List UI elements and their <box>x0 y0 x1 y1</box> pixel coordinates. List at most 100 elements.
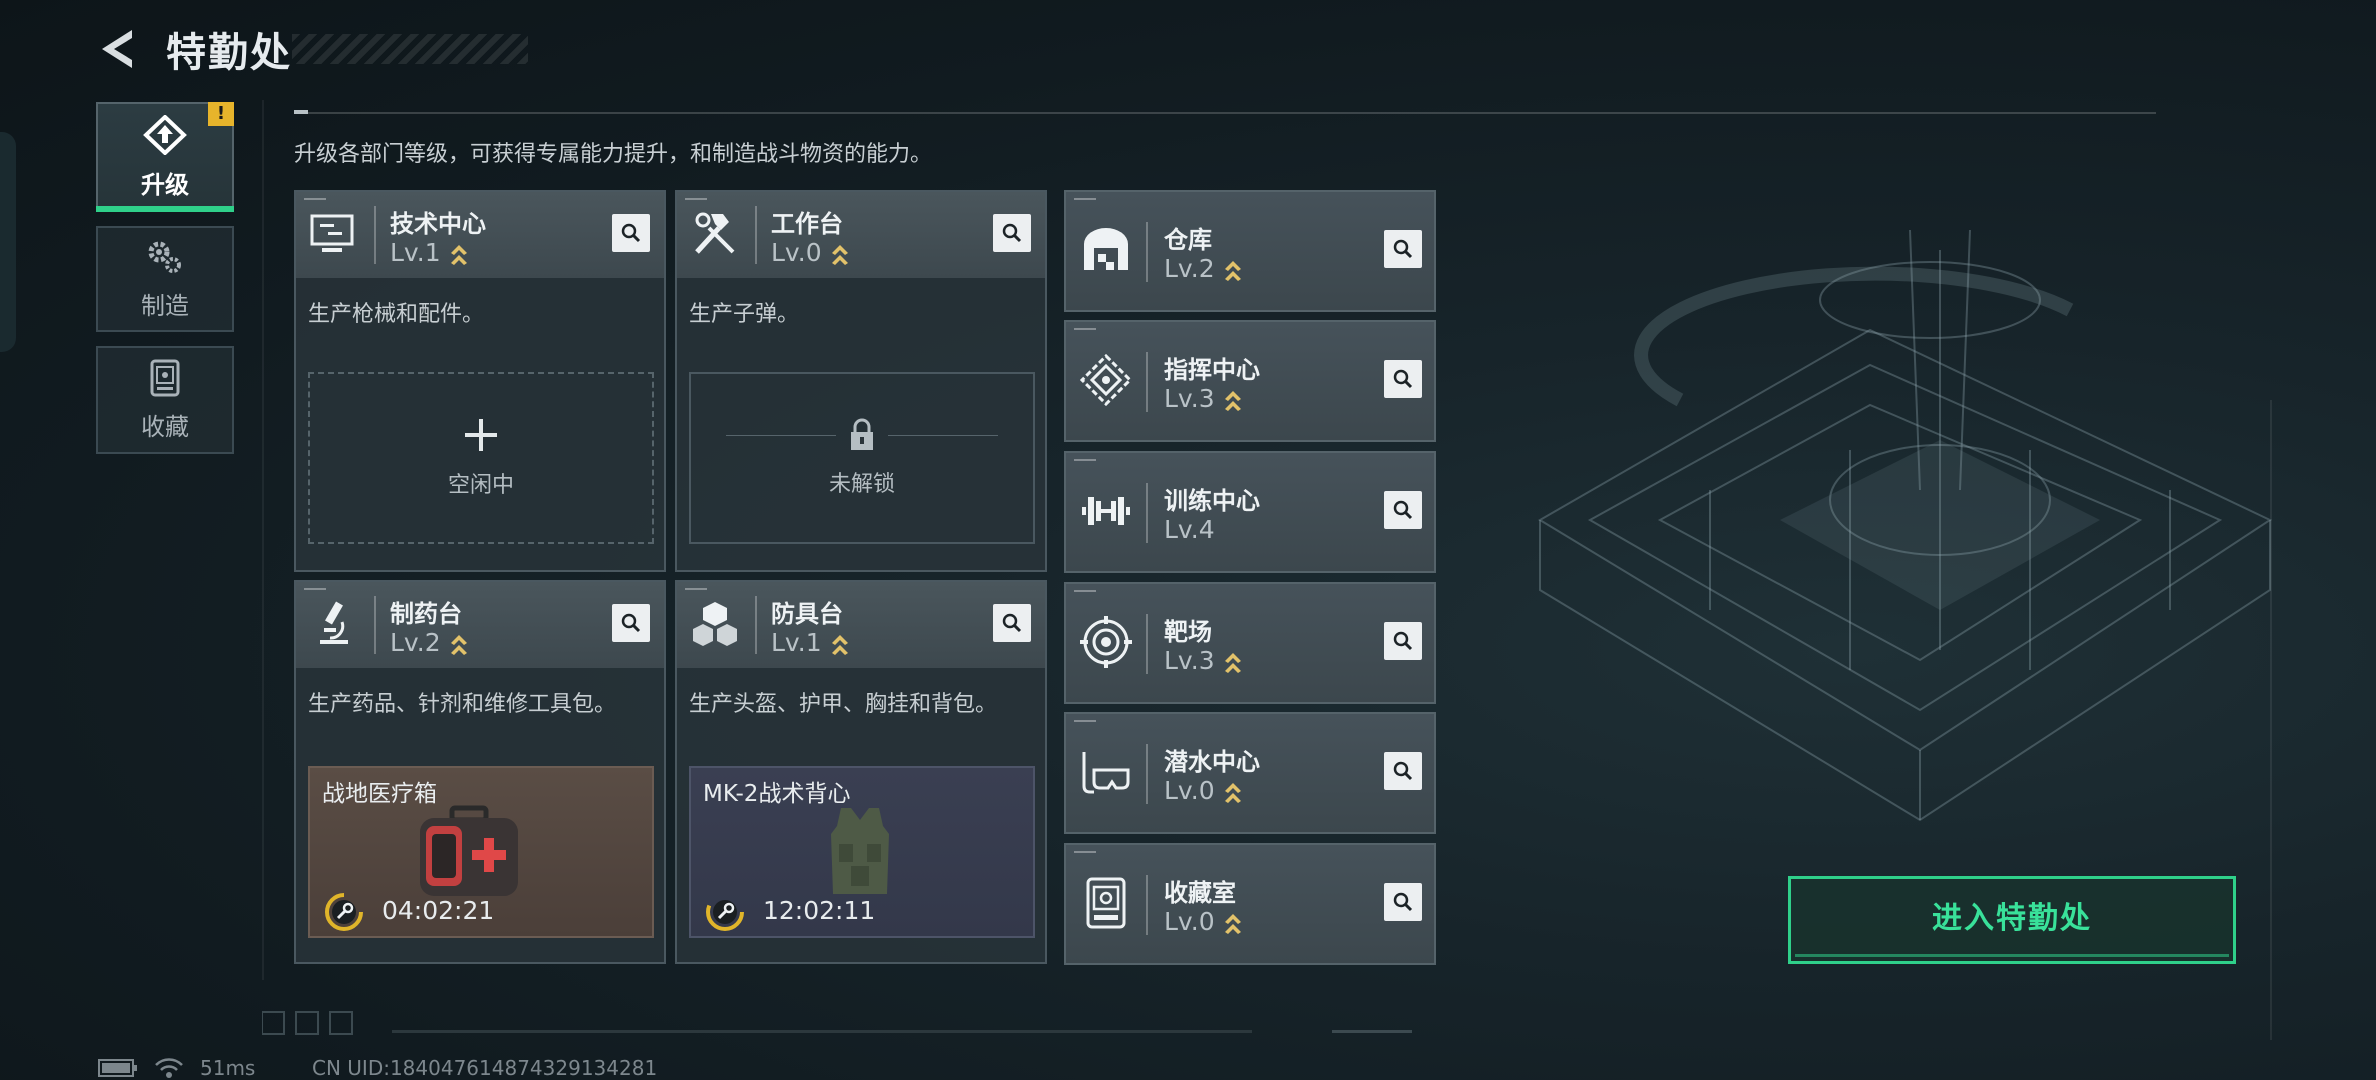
card-title: 技术中心 <box>390 210 486 238</box>
cubes-icon <box>693 602 737 646</box>
lock-icon <box>851 418 873 450</box>
tab-upgrade[interactable]: 升级 ! <box>96 102 234 212</box>
production-timer: 12:02:11 <box>763 896 876 925</box>
search-button[interactable] <box>1384 622 1422 660</box>
lock-line <box>888 434 998 436</box>
lock-row <box>726 418 998 452</box>
card-title: 仓库 <box>1164 226 1212 254</box>
diving-mask-icon <box>1082 752 1130 794</box>
separator <box>1146 483 1148 543</box>
page-title: 特勤处 <box>166 30 292 76</box>
search-icon <box>1393 892 1413 912</box>
collection-icon <box>150 359 180 396</box>
separator <box>374 596 376 654</box>
search-button[interactable] <box>993 604 1031 642</box>
upgrade-chevron-icon <box>450 245 467 265</box>
search-icon <box>1393 500 1413 520</box>
card-title: 潜水中心 <box>1164 748 1260 776</box>
card-level: Lv.4 <box>1164 515 1215 544</box>
card-title: 训练中心 <box>1164 487 1260 515</box>
timer-wrench-icon <box>706 893 744 931</box>
tab-craft[interactable]: 制造 <box>96 226 234 332</box>
department-card-diving-center[interactable]: 潜水中心 Lv.0 <box>1064 712 1436 834</box>
back-arrow-icon[interactable] <box>96 26 140 72</box>
computer-icon <box>310 214 354 252</box>
department-card-collection-room[interactable]: 收藏室 Lv.0 <box>1064 843 1436 965</box>
department-card-tech-center[interactable]: 技术中心 Lv.1 生产枪械和配件。 空闲中 <box>294 190 666 572</box>
upgrade-chevron-icon <box>450 635 467 655</box>
department-card-command-center[interactable]: 指挥中心 Lv.3 <box>1064 320 1436 442</box>
card-description: 生产子弹。 <box>689 302 800 327</box>
wifi-icon <box>155 1058 183 1078</box>
department-card-workbench[interactable]: 工作台 Lv.0 生产子弹。 未解锁 <box>675 190 1047 572</box>
upgrade-chevron-icon <box>1224 783 1241 803</box>
card-description: 生产枪械和配件。 <box>308 302 485 327</box>
card-header: 制药台 Lv.2 <box>296 582 664 668</box>
tactical-vest-image <box>831 808 889 894</box>
department-card-pharmacy[interactable]: 制药台 Lv.2 生产药品、针剂和维修工具包。 战地医疗箱 04:02:21 <box>294 580 666 964</box>
battery-icon <box>98 1059 137 1077</box>
production-slot-idle[interactable]: 空闲中 <box>308 372 654 544</box>
production-slot[interactable]: MK-2战术背心 12:02:11 <box>689 766 1035 938</box>
level-text: Lv.3 <box>1164 384 1215 413</box>
search-button[interactable] <box>1384 360 1422 398</box>
search-icon <box>1393 239 1413 259</box>
level-text: Lv.1 <box>771 628 822 657</box>
bottom-decoration <box>262 1011 1412 1035</box>
divider <box>262 100 264 980</box>
department-card-armor-bench[interactable]: 防具台 Lv.1 生产头盔、护甲、胸挂和背包。 MK-2战术背心 12:02:1… <box>675 580 1047 964</box>
warehouse-icon <box>1084 228 1128 270</box>
card-level: Lv.1 <box>771 628 850 657</box>
separator <box>755 206 757 264</box>
section-description: 升级各部门等级，可获得专属能力提升，和制造战斗物资的能力。 <box>294 142 933 167</box>
search-button[interactable] <box>612 604 650 642</box>
search-icon <box>1393 761 1413 781</box>
card-title: 指挥中心 <box>1164 356 1260 384</box>
side-drawer-handle[interactable] <box>0 132 16 352</box>
card-title: 工作台 <box>771 210 843 238</box>
department-card-warehouse[interactable]: 仓库 Lv.2 <box>1064 190 1436 312</box>
right-divider <box>2270 400 2272 1040</box>
gears-icon <box>148 241 181 273</box>
base-wireframe-illustration <box>1538 229 2273 822</box>
search-icon <box>1002 613 1022 633</box>
enter-special-ops-button[interactable]: 进入特勤处 <box>1788 876 2236 964</box>
search-icon <box>621 613 641 633</box>
separator <box>1146 614 1148 674</box>
production-slot-locked: 未解锁 <box>689 372 1035 544</box>
search-icon <box>1002 223 1022 243</box>
search-icon <box>621 223 641 243</box>
search-button[interactable] <box>993 214 1031 252</box>
medkit-image <box>420 805 518 896</box>
card-title: 收藏室 <box>1164 879 1236 907</box>
search-button[interactable] <box>1384 230 1422 268</box>
search-button[interactable] <box>612 214 650 252</box>
ping-text: 51ms <box>200 1056 256 1080</box>
search-button[interactable] <box>1384 491 1422 529</box>
card-description: 生产药品、针剂和维修工具包。 <box>308 692 617 717</box>
level-text: Lv.0 <box>1164 907 1215 936</box>
card-level: Lv.0 <box>771 238 850 267</box>
tab-craft-label: 制造 <box>141 291 189 320</box>
card-description: 生产头盔、护甲、胸挂和背包。 <box>689 692 998 717</box>
card-title: 靶场 <box>1164 618 1212 646</box>
product-name: 战地医疗箱 <box>322 781 437 807</box>
search-icon <box>1393 631 1413 651</box>
search-button[interactable] <box>1384 883 1422 921</box>
tab-collection[interactable]: 收藏 <box>96 346 234 454</box>
department-card-training-center[interactable]: 训练中心 Lv.4 <box>1064 451 1436 573</box>
department-card-shooting-range[interactable]: 靶场 Lv.3 <box>1064 582 1436 704</box>
search-button[interactable] <box>1384 752 1422 790</box>
separator <box>1146 744 1148 804</box>
dumbbell-icon <box>1082 497 1130 525</box>
separator <box>1146 222 1148 282</box>
card-level: Lv.0 <box>1164 907 1243 936</box>
timer-wrench-icon <box>325 893 363 931</box>
separator <box>1146 352 1148 412</box>
level-text: Lv.2 <box>390 628 441 657</box>
production-slot[interactable]: 战地医疗箱 04:02:21 <box>308 766 654 938</box>
upgrade-chevron-icon <box>1224 391 1241 411</box>
tab-upgrade-label: 升级 <box>141 170 189 199</box>
level-text: Lv.1 <box>390 238 441 267</box>
separator <box>1146 875 1148 935</box>
